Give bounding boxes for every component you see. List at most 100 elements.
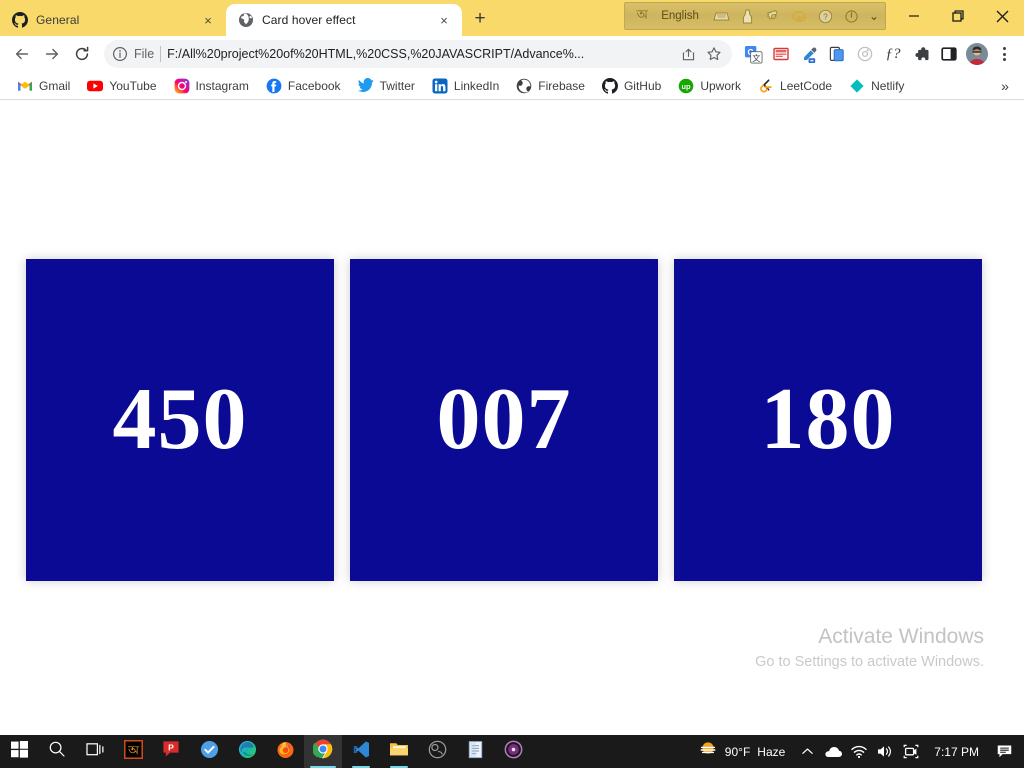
card-number: 180 bbox=[760, 371, 896, 468]
bookmark-label: Firebase bbox=[538, 78, 585, 93]
forward-button[interactable] bbox=[38, 40, 66, 68]
notepad[interactable] bbox=[456, 735, 494, 768]
bookmark-youtube[interactable]: YouTube bbox=[80, 75, 163, 97]
gear-icon[interactable] bbox=[761, 4, 787, 28]
svg-text:অ: অ bbox=[127, 743, 139, 757]
tab-general[interactable]: General × bbox=[0, 4, 226, 36]
start-button[interactable] bbox=[0, 735, 38, 768]
instagram-icon bbox=[174, 78, 190, 94]
media-player[interactable] bbox=[494, 735, 532, 768]
avro-keyboard-icon: অ bbox=[123, 739, 143, 764]
bookmarks-overflow-button[interactable]: » bbox=[994, 75, 1016, 97]
facebook-icon bbox=[266, 78, 282, 94]
bookmark-label: Facebook bbox=[287, 78, 341, 93]
bookmark-label: Twitter bbox=[379, 78, 415, 93]
kebab-menu-icon[interactable] bbox=[992, 41, 1016, 67]
ime-language-label[interactable]: English bbox=[655, 4, 709, 28]
task-view-button[interactable] bbox=[76, 735, 114, 768]
back-button[interactable] bbox=[8, 40, 36, 68]
reader-list-icon[interactable] bbox=[768, 41, 794, 67]
reload-button[interactable] bbox=[68, 40, 96, 68]
github-icon bbox=[12, 12, 28, 28]
close-icon[interactable]: × bbox=[200, 12, 216, 28]
bookmark-label: LeetCode bbox=[780, 78, 833, 93]
file-explorer[interactable] bbox=[380, 735, 418, 768]
eyedropper-icon[interactable] bbox=[796, 41, 822, 67]
bookmark-netlify[interactable]: Netlify bbox=[842, 75, 911, 97]
bookmark-firebase[interactable]: Firebase bbox=[509, 75, 592, 97]
clock[interactable]: 7:17 PM bbox=[925, 745, 988, 759]
bookmark-github[interactable]: GitHub bbox=[595, 75, 668, 97]
tab-card-hover-effect[interactable]: Card hover effect × bbox=[226, 4, 462, 36]
chevron-down-icon[interactable]: ⌄ bbox=[865, 9, 881, 23]
puzzle-extensions-icon[interactable] bbox=[908, 41, 934, 67]
screen-capture-icon[interactable] bbox=[899, 735, 923, 768]
disc-icon bbox=[504, 740, 523, 764]
tray-overflow-button[interactable] bbox=[795, 735, 819, 768]
new-tab-button[interactable]: + bbox=[466, 5, 494, 33]
firefox[interactable] bbox=[266, 735, 304, 768]
chrome-icon bbox=[312, 739, 333, 764]
windows-taskbar: অ P 90°F Haze 7:17 PM bbox=[0, 735, 1024, 768]
bookmark-twitter[interactable]: Twitter bbox=[351, 75, 422, 97]
card-number: 007 bbox=[436, 371, 572, 468]
url-text[interactable]: F:/All%20project%20of%20HTML,%20CSS,%20J… bbox=[167, 47, 672, 61]
microsoft-edge[interactable] bbox=[228, 735, 266, 768]
globe-icon bbox=[238, 12, 254, 28]
search-button[interactable] bbox=[38, 735, 76, 768]
maximize-button[interactable] bbox=[936, 0, 980, 32]
notepad-icon bbox=[467, 740, 484, 764]
font-finder-icon[interactable]: ƒ? bbox=[880, 41, 906, 67]
avro-keyboard[interactable]: অ bbox=[114, 735, 152, 768]
minimize-button[interactable] bbox=[892, 0, 936, 32]
circle-target-icon[interactable] bbox=[852, 41, 878, 67]
leetcode-icon bbox=[758, 78, 774, 94]
share-icon[interactable] bbox=[678, 44, 698, 64]
mouse-pad-icon[interactable] bbox=[735, 4, 761, 28]
volume-icon[interactable] bbox=[873, 735, 897, 768]
potplayer[interactable]: P bbox=[152, 735, 190, 768]
avatar[interactable] bbox=[964, 41, 990, 67]
card-007[interactable]: 007 bbox=[350, 259, 658, 581]
info-circle-icon[interactable] bbox=[112, 46, 128, 62]
todoist[interactable] bbox=[190, 735, 228, 768]
bookmark-facebook[interactable]: Facebook bbox=[259, 75, 348, 97]
window-controls bbox=[892, 0, 1024, 32]
google-chrome[interactable] bbox=[304, 735, 342, 768]
address-bar[interactable]: File F:/All%20project%20of%20HTML,%20CSS… bbox=[104, 40, 732, 68]
google-translate-icon[interactable]: G 文 bbox=[740, 41, 766, 67]
card-180[interactable]: 180 bbox=[674, 259, 982, 581]
notification-icon[interactable] bbox=[990, 735, 1018, 768]
weather-temperature: 90°F bbox=[724, 744, 751, 759]
side-panel-icon[interactable] bbox=[936, 41, 962, 67]
folder-icon bbox=[389, 740, 409, 763]
keyboard-icon[interactable] bbox=[709, 4, 735, 28]
bookmark-leetcode[interactable]: LeetCode bbox=[751, 75, 839, 97]
bookmark-upwork[interactable]: up Upwork bbox=[671, 75, 748, 97]
bangla-glyph-icon[interactable]: অ bbox=[629, 4, 655, 28]
bookmark-label: LinkedIn bbox=[453, 78, 500, 93]
omnibox-divider bbox=[160, 46, 162, 62]
internet-explorer-icon[interactable] bbox=[787, 4, 813, 28]
help-icon[interactable]: ? bbox=[813, 4, 839, 28]
close-button[interactable] bbox=[980, 0, 1024, 32]
card-450[interactable]: 450 bbox=[26, 259, 334, 581]
bookmark-gmail[interactable]: Gmail bbox=[10, 75, 77, 97]
onedrive-cloud-icon[interactable] bbox=[821, 735, 845, 768]
bookmark-instagram[interactable]: Instagram bbox=[167, 75, 256, 97]
close-icon[interactable]: × bbox=[436, 12, 452, 28]
obs-studio[interactable] bbox=[418, 735, 456, 768]
svg-text:P: P bbox=[168, 742, 174, 752]
vs-code[interactable] bbox=[342, 735, 380, 768]
page-viewport: 450 007 180 Activate Windows Go to Setti… bbox=[0, 101, 1024, 735]
wifi-icon[interactable] bbox=[847, 735, 871, 768]
ime-language-bar[interactable]: অ English ? ⌄ bbox=[624, 2, 886, 30]
star-icon[interactable] bbox=[704, 44, 724, 64]
weather-widget[interactable]: 90°F Haze bbox=[690, 740, 794, 763]
svg-text:文: 文 bbox=[752, 52, 760, 62]
bookmark-linkedin[interactable]: LinkedIn bbox=[425, 75, 506, 97]
netlify-icon bbox=[849, 78, 865, 94]
tab-copy-icon[interactable] bbox=[824, 41, 850, 67]
power-icon[interactable] bbox=[839, 4, 865, 28]
screen: General × Card hover effect × + অ Englis… bbox=[0, 0, 1024, 768]
